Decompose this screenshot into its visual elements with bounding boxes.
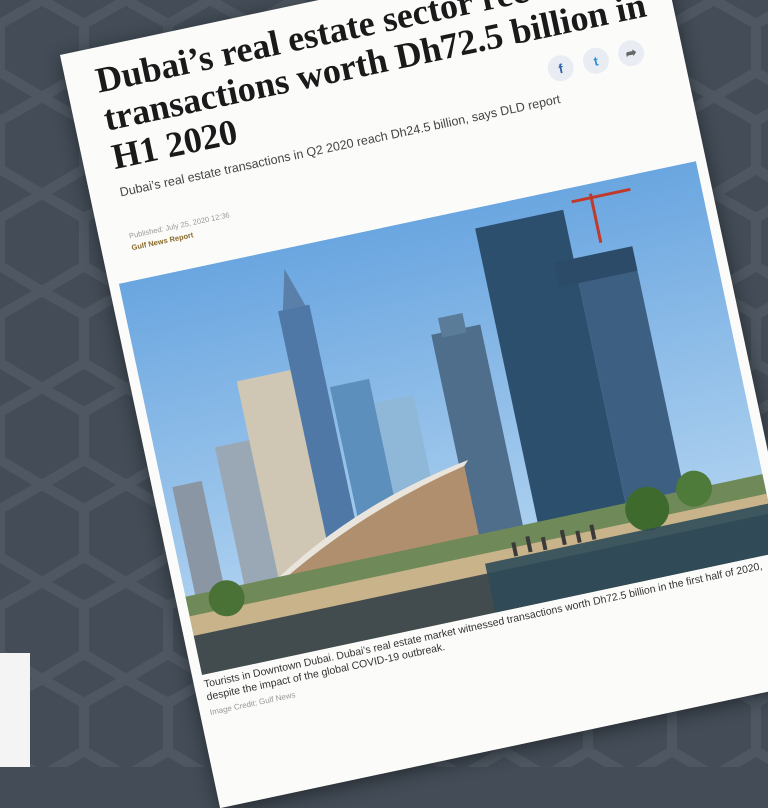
white-corner-fragment xyxy=(0,653,30,767)
share-icon[interactable]: ➦ xyxy=(615,37,647,69)
twitter-icon[interactable]: t xyxy=(580,45,612,77)
facebook-icon[interactable]: f xyxy=(545,52,577,84)
article-meta: Published: July 25, 2020 12:36 Gulf News… xyxy=(128,209,233,254)
